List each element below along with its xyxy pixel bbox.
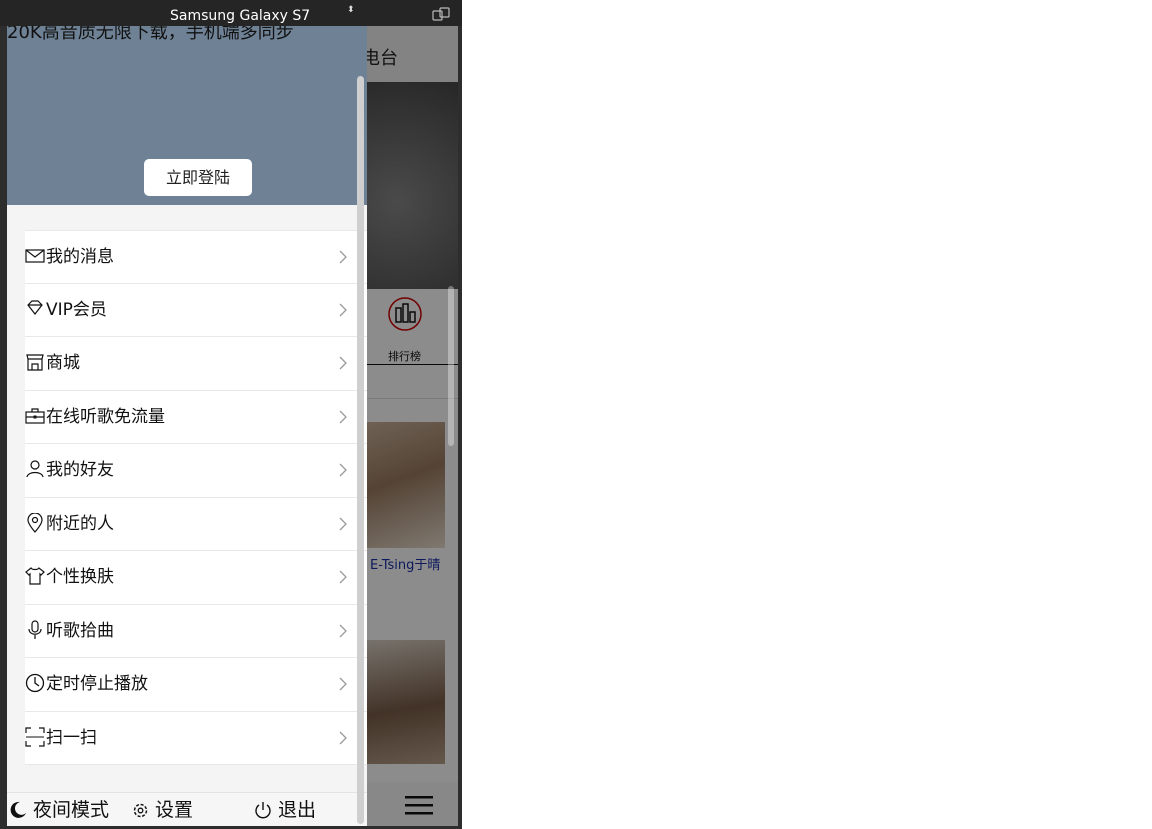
menu-item[interactable]: 我的好友 — [25, 444, 367, 498]
menu-item[interactable]: 定时停止播放 — [25, 658, 367, 712]
rotate-icon[interactable] — [432, 7, 452, 21]
clock-icon — [25, 673, 45, 693]
menu-item[interactable]: 在线听歌免流量 — [25, 390, 367, 444]
night-mode-button[interactable]: 夜间模式 — [9, 798, 109, 822]
menu-item-label: 商城 — [46, 353, 80, 373]
chevron-right-icon — [339, 463, 347, 477]
moon-icon — [10, 801, 26, 818]
power-icon — [255, 802, 271, 819]
diamond-icon — [27, 299, 43, 315]
device-selector[interactable]: Samsung Galaxy S7 — [170, 7, 310, 25]
store-icon — [26, 354, 44, 371]
chevron-right-icon — [339, 570, 347, 584]
chevron-right-icon — [339, 356, 347, 370]
location-pin-icon — [27, 512, 43, 533]
menu-item-label: 扫一扫 — [46, 727, 97, 748]
chevron-right-icon — [339, 677, 347, 691]
settings-label: 设置 — [155, 799, 194, 821]
gear-icon — [133, 803, 148, 818]
logout-button[interactable]: 退出 — [254, 798, 316, 822]
chevron-right-icon — [339, 250, 347, 264]
chevron-right-icon — [339, 517, 347, 530]
menu-item-label: 我的消息 — [46, 247, 114, 267]
menu-item-label: 个性换肤 — [46, 567, 114, 587]
menu-item-label: 听歌拾曲 — [46, 620, 114, 641]
menu-item-label: 定时停止播放 — [46, 674, 148, 694]
dropdown-caret-icon[interactable]: ⬍ — [347, 6, 355, 15]
menu-item[interactable]: 听歌拾曲 — [25, 604, 367, 658]
night-mode-label: 夜间模式 — [33, 799, 110, 821]
menu-item[interactable]: 商城 — [25, 337, 367, 391]
user-icon — [26, 460, 44, 478]
menu-item-label: 附近的人 — [46, 513, 114, 534]
menu-item-label: VIP会员 — [46, 299, 107, 320]
logout-label: 退出 — [278, 799, 317, 821]
drawer-footer: 夜间模式 设置 退出 — [7, 792, 367, 826]
menu-item[interactable]: 扫一扫 — [25, 711, 367, 765]
toolbox-icon — [25, 407, 45, 424]
device-frame: Samsung Galaxy S7 ⬍ 电台 排行榜 E-Tsing于晴 20K… — [0, 0, 462, 829]
drawer-scrollbar[interactable] — [357, 76, 364, 824]
page-scrollbar[interactable] — [448, 286, 454, 446]
menu-item-label: 我的好友 — [46, 460, 114, 480]
drawer-header: 20K高音质无限下载，手机端多同步 立即登陆 — [7, 26, 367, 205]
mail-icon — [25, 249, 45, 263]
drawer-menu: 我的消息 VIP会员商城在线听歌免流量 我的好友附近的人个性换肤听歌拾曲定时停止播放… — [25, 230, 367, 765]
menu-item[interactable]: VIP会员 — [25, 283, 367, 337]
side-drawer: 20K高音质无限下载，手机端多同步 立即登陆 我的消息 VIP会员商城在线听歌免流… — [7, 26, 367, 826]
chevron-right-icon — [339, 624, 347, 637]
devtools-device-toolbar: Samsung Galaxy S7 ⬍ — [0, 0, 462, 26]
menu-item[interactable]: 我的消息 — [25, 230, 367, 284]
chevron-right-icon — [339, 731, 347, 744]
login-button[interactable]: 立即登陆 — [144, 159, 252, 196]
tshirt-icon — [25, 567, 45, 585]
chevron-right-icon — [339, 410, 347, 423]
microphone-icon — [28, 619, 42, 639]
menu-item[interactable]: 个性换肤 — [25, 551, 367, 605]
mobile-viewport: 电台 排行榜 E-Tsing于晴 20K高音质无限下载，手机端多同步 立即登陆 … — [7, 26, 458, 826]
promo-text: 20K高音质无限下载，手机端多同步 — [7, 26, 294, 43]
menu-item-label: 在线听歌免流量 — [46, 406, 165, 427]
settings-button[interactable]: 设置 — [132, 798, 193, 822]
chevron-right-icon — [339, 303, 347, 316]
menu-item[interactable]: 附近的人 — [25, 497, 367, 551]
scan-icon — [25, 726, 45, 747]
